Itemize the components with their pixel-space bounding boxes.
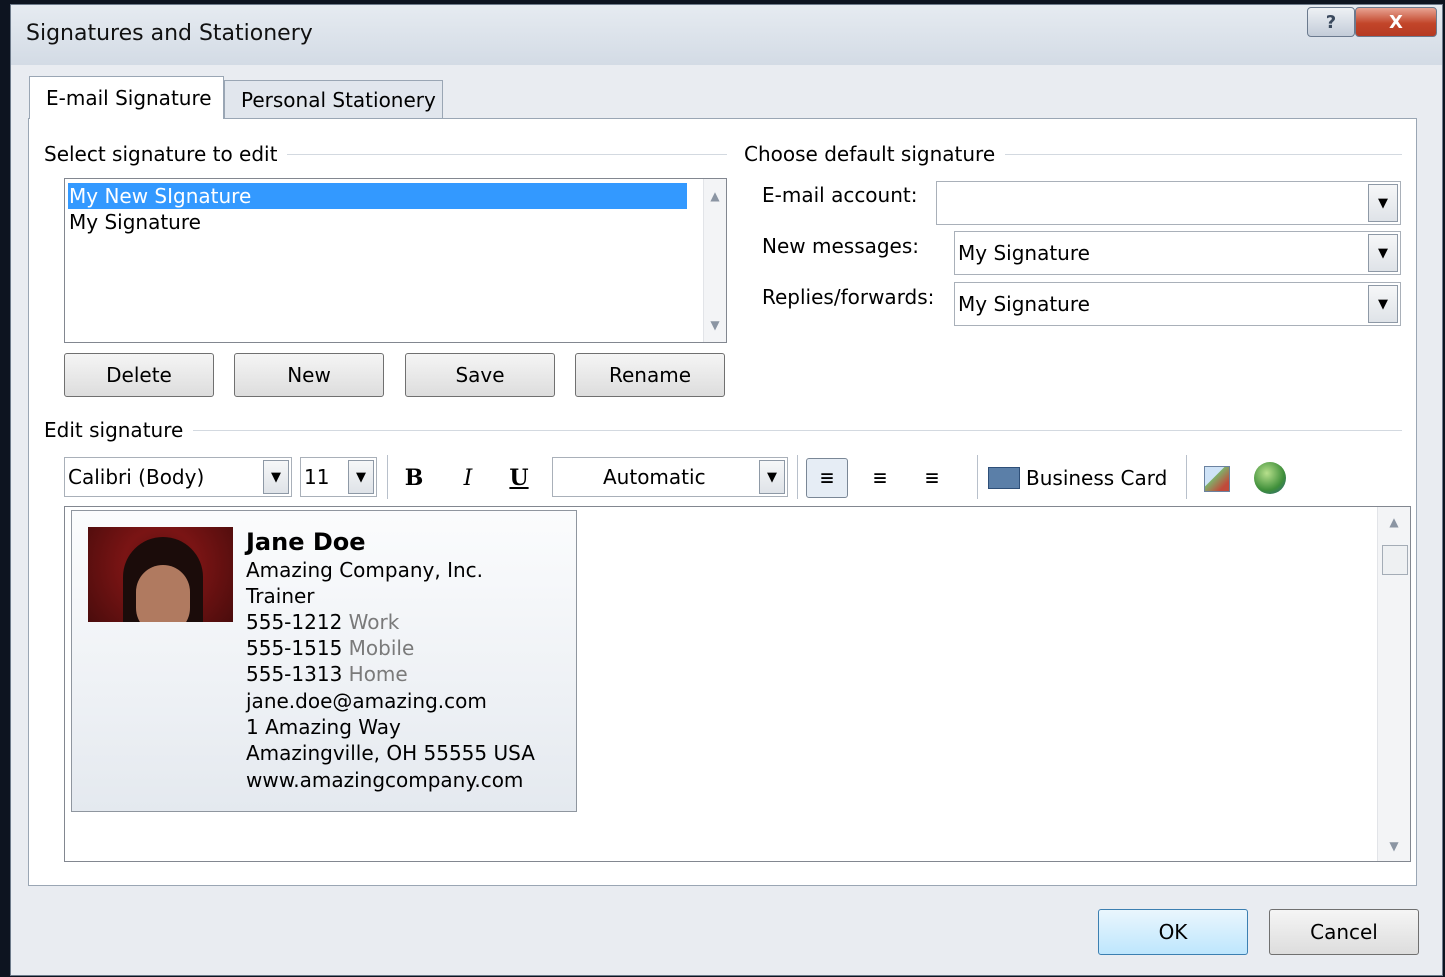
- underline-icon[interactable]: U: [503, 460, 535, 496]
- bold-icon[interactable]: B: [398, 460, 430, 496]
- phone-home: 555-1313 Home: [246, 661, 408, 687]
- chevron-down-icon[interactable]: ▼: [1368, 234, 1398, 272]
- scroll-down-icon[interactable]: ▼: [1378, 839, 1410, 853]
- italic-icon[interactable]: I: [452, 460, 484, 496]
- new-messages-value: My Signature: [958, 241, 1090, 265]
- new-messages-label: New messages:: [762, 234, 920, 258]
- align-left-icon[interactable]: ≡: [806, 458, 848, 498]
- business-card-label: Business Card: [1026, 466, 1168, 490]
- rename-button[interactable]: Rename: [575, 353, 725, 397]
- new-button[interactable]: New: [234, 353, 384, 397]
- font-size-select[interactable]: 11 ▼: [300, 457, 377, 497]
- tab-personal-stationery[interactable]: Personal Stationery: [224, 80, 443, 118]
- default-signature-label: Choose default signature: [744, 142, 1006, 166]
- scroll-up-icon[interactable]: ▲: [1378, 515, 1410, 529]
- phone-work: 555-1212 Work: [246, 609, 399, 635]
- ok-button[interactable]: OK: [1098, 909, 1248, 955]
- toolbar-separator: [1186, 455, 1187, 499]
- phone-label: Work: [348, 610, 400, 634]
- contact-name: Jane Doe: [246, 528, 366, 556]
- phone-number: 555-1515: [246, 636, 343, 660]
- list-scrollbar[interactable]: ▲ ▼: [703, 179, 726, 342]
- font-select[interactable]: Calibri (Body) ▼: [64, 457, 292, 497]
- phone-number: 555-1313: [246, 662, 343, 686]
- chevron-down-icon[interactable]: ▼: [1368, 285, 1398, 323]
- editor-scrollbar[interactable]: ▲ ▼: [1377, 507, 1410, 861]
- align-center-icon[interactable]: ≡: [860, 458, 900, 498]
- email-account-label: E-mail account:: [762, 183, 918, 207]
- toolbar-separator: [387, 455, 388, 499]
- font-value: Calibri (Body): [68, 465, 205, 489]
- phone-number: 555-1212: [246, 610, 343, 634]
- email-account-select[interactable]: ▼: [936, 181, 1401, 225]
- photo-face: [136, 565, 190, 622]
- phone-label: Mobile: [348, 636, 415, 660]
- contact-address-line2: Amazingville, OH 55555 USA: [246, 741, 535, 765]
- contact-company: Amazing Company, Inc.: [246, 558, 483, 582]
- business-card-icon: [988, 467, 1020, 489]
- contact-website: www.amazingcompany.com: [246, 768, 524, 792]
- toolbar-separator: [797, 455, 798, 499]
- business-card-button[interactable]: Business Card: [988, 458, 1178, 498]
- contact-photo: [88, 527, 233, 622]
- replies-forwards-select[interactable]: My Signature ▼: [954, 282, 1401, 326]
- phone-mobile: 555-1515 Mobile: [246, 635, 414, 661]
- contact-title: Trainer: [246, 584, 315, 608]
- align-right-icon[interactable]: ≡: [912, 458, 952, 498]
- select-signature-label: Select signature to edit: [44, 142, 288, 166]
- chevron-down-icon[interactable]: ▼: [1368, 184, 1398, 222]
- title-bar: Signatures and Stationery ? X: [11, 5, 1442, 65]
- cancel-button[interactable]: Cancel: [1269, 909, 1419, 955]
- save-button[interactable]: Save: [405, 353, 555, 397]
- replies-label: Replies/forwards:: [762, 285, 935, 309]
- phone-label: Home: [348, 662, 408, 686]
- chevron-down-icon[interactable]: ▼: [263, 460, 289, 494]
- scroll-thumb[interactable]: [1382, 545, 1408, 575]
- list-item[interactable]: My Signature: [68, 209, 201, 235]
- edit-signature-label: Edit signature: [44, 418, 194, 442]
- new-messages-select[interactable]: My Signature ▼: [954, 231, 1401, 275]
- scroll-down-icon[interactable]: ▼: [704, 318, 726, 332]
- chevron-down-icon[interactable]: ▼: [348, 460, 374, 494]
- contact-email: jane.doe@amazing.com: [246, 689, 487, 713]
- color-value: Automatic: [603, 465, 706, 489]
- list-item-selected[interactable]: My New SIgnature: [68, 183, 687, 209]
- scroll-up-icon[interactable]: ▲: [704, 189, 726, 203]
- toolbar-separator: [977, 455, 978, 499]
- picture-icon[interactable]: [1204, 466, 1230, 492]
- delete-button[interactable]: Delete: [64, 353, 214, 397]
- edit-group-line: [44, 430, 1402, 431]
- chevron-down-icon[interactable]: ▼: [759, 460, 785, 494]
- help-button[interactable]: ?: [1307, 7, 1355, 37]
- color-select[interactable]: Automatic ▼: [552, 457, 788, 497]
- signature-list[interactable]: My New SIgnature My Signature ▲ ▼: [64, 178, 727, 343]
- dialog-title: Signatures and Stationery: [26, 21, 313, 46]
- font-size-value: 11: [304, 465, 330, 489]
- close-button[interactable]: X: [1355, 7, 1437, 37]
- replies-value: My Signature: [958, 292, 1090, 316]
- tab-email-signature[interactable]: E-mail Signature: [29, 76, 224, 119]
- hyperlink-icon[interactable]: [1254, 462, 1286, 494]
- contact-address-line1: 1 Amazing Way: [246, 715, 401, 739]
